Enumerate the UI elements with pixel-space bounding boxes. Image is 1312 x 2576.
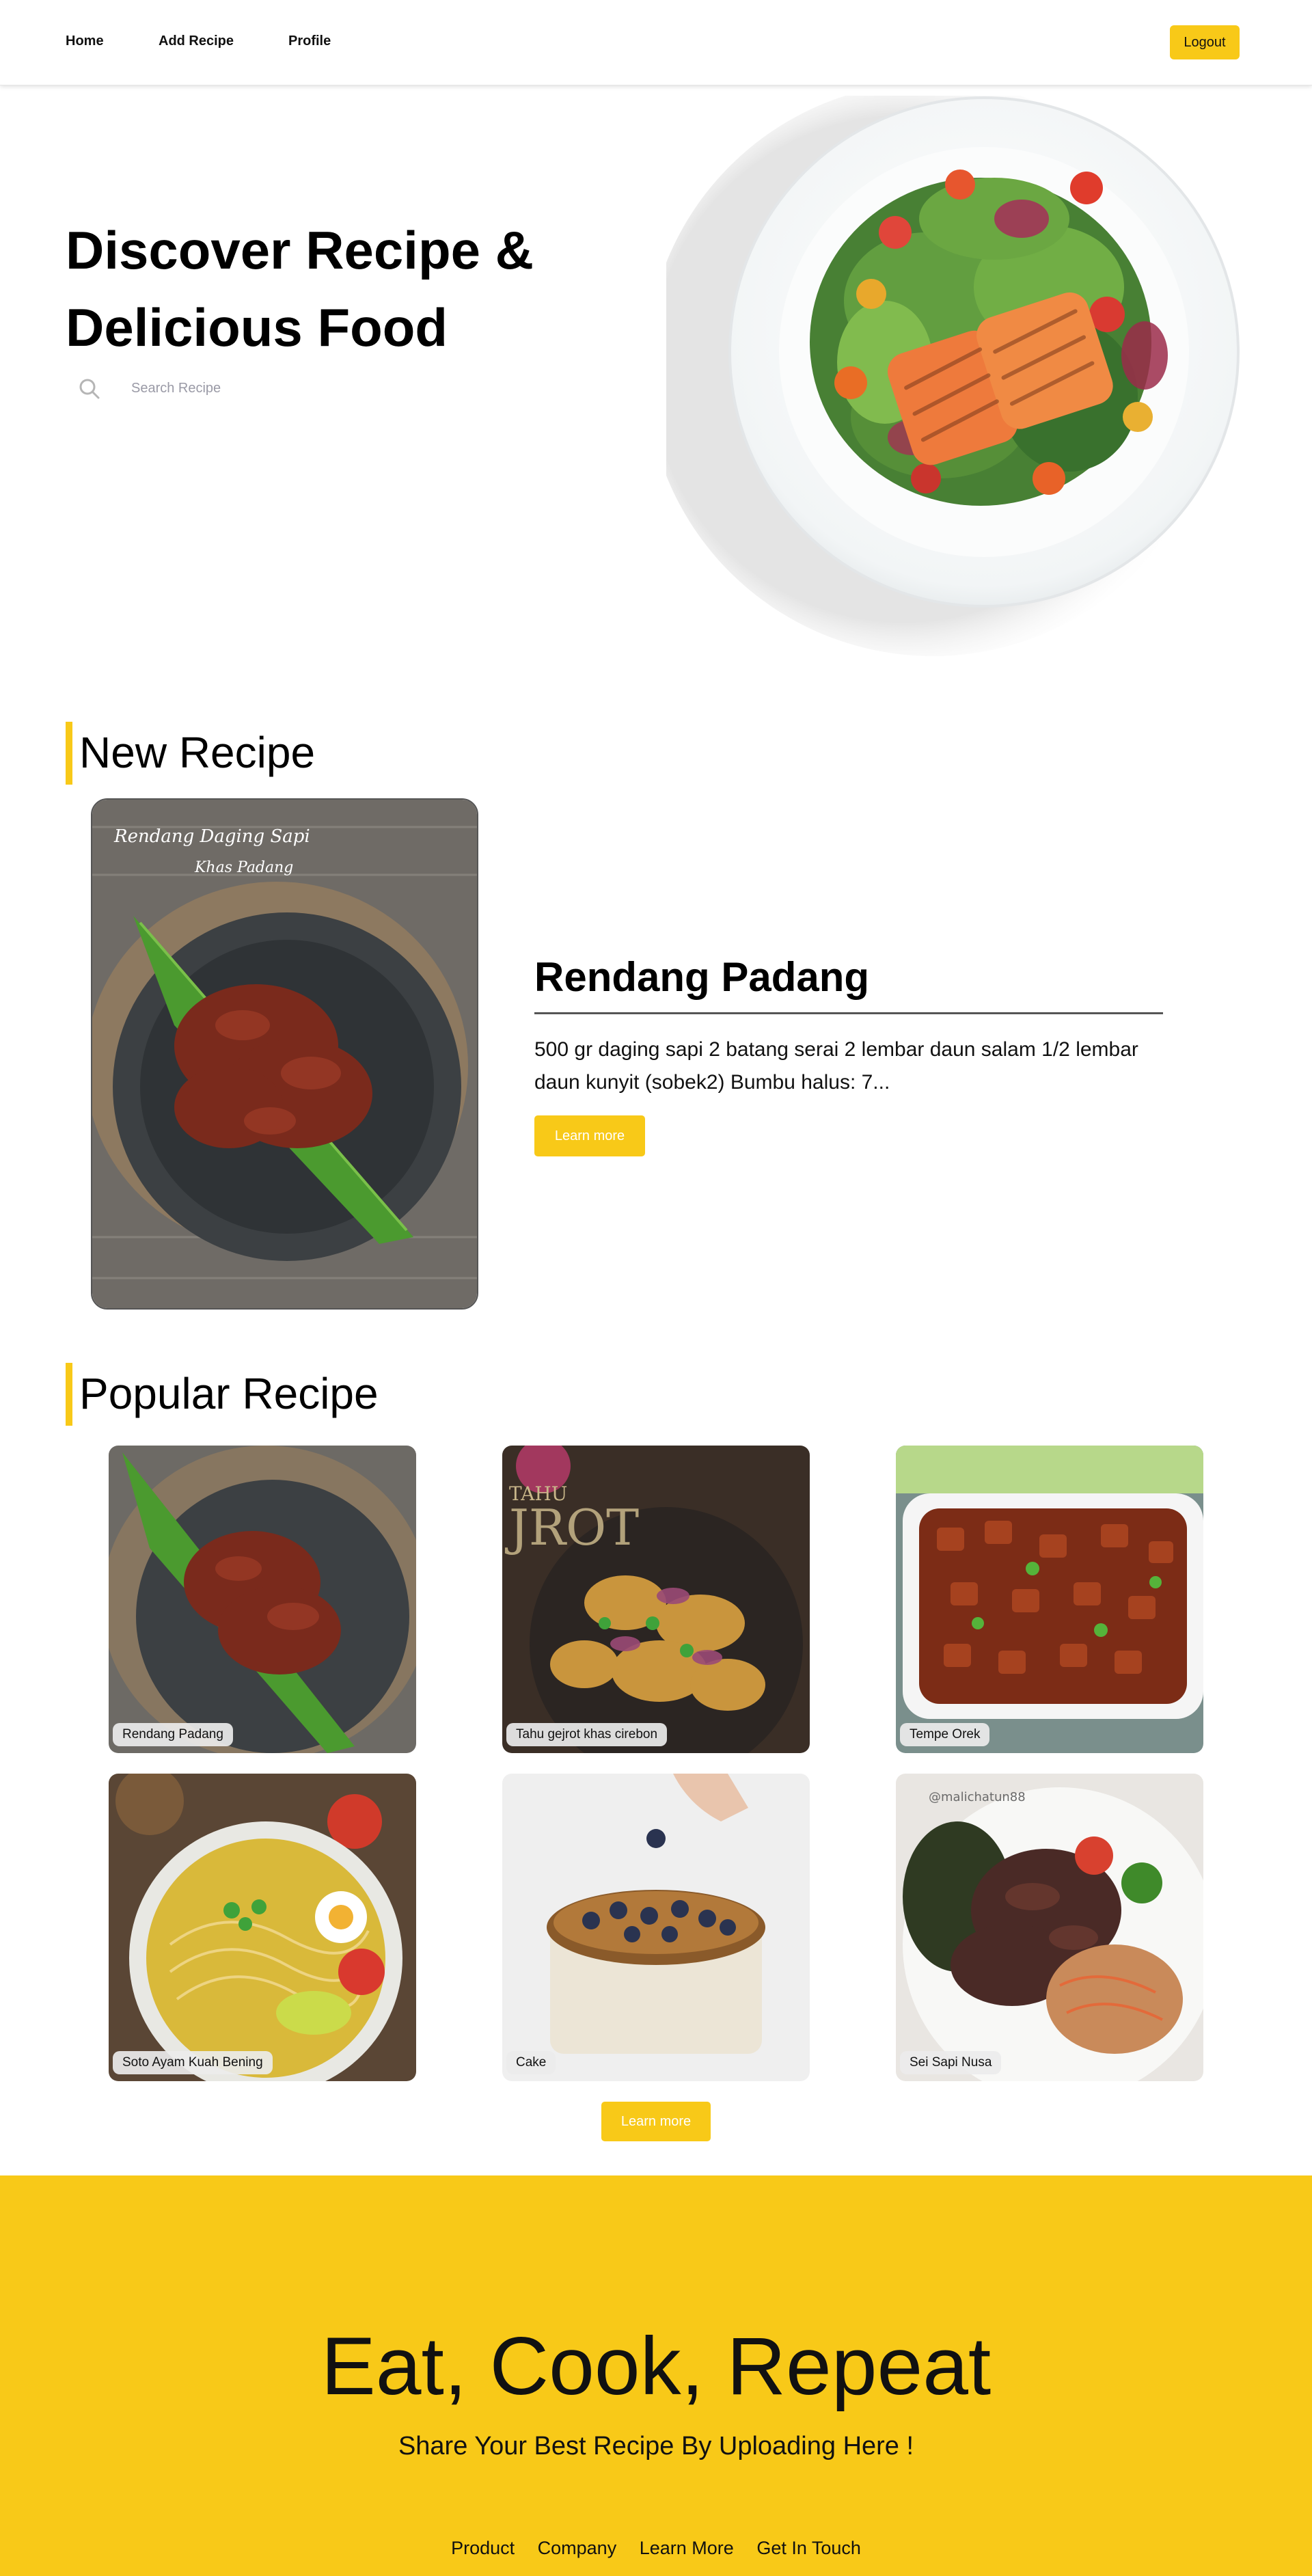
nav-home-link[interactable]: Home xyxy=(66,33,104,49)
popular-card-soto-ayam[interactable]: Soto Ayam Kuah Bening xyxy=(109,1774,416,2081)
nav-add-recipe-link[interactable]: Add Recipe xyxy=(159,33,234,49)
popular-card-rendang[interactable]: Rendang Padang xyxy=(109,1446,416,1753)
popular-card-label: Soto Ayam Kuah Bening xyxy=(113,2051,273,2074)
footer-link-get-in-touch[interactable]: Get In Touch xyxy=(756,2538,861,2558)
new-recipe-learn-more-button[interactable]: Learn more xyxy=(534,1115,645,1156)
footer-link-company[interactable]: Company xyxy=(538,2538,617,2558)
popular-card-sei-sapi[interactable]: @malichatun88 Sei Sapi Nusa xyxy=(896,1774,1203,2081)
image-caption-1: Rendang Daging Sapi xyxy=(113,826,310,847)
new-recipe-title: Rendang Padang xyxy=(534,954,870,1000)
rendang-image: Rendang Daging Sapi Khas Padang xyxy=(92,800,477,1308)
footer-subtitle: Share Your Best Recipe By Uploading Here… xyxy=(398,2432,914,2460)
logout-button[interactable]: Logout xyxy=(1170,25,1240,59)
footer-link-product[interactable]: Product xyxy=(451,2538,515,2558)
hero-salad-image xyxy=(666,96,1240,656)
rendang-thumb xyxy=(109,1446,416,1753)
hero-title: Discover Recipe & Delicious Food xyxy=(66,212,626,366)
popular-card-label: Tempe Orek xyxy=(900,1723,990,1746)
popular-learn-more-button[interactable]: Learn more xyxy=(601,2102,711,2141)
new-recipe-heading: New Recipe xyxy=(66,722,315,785)
new-recipe-heading-text: New Recipe xyxy=(79,728,316,777)
nav-profile-link[interactable]: Profile xyxy=(288,33,331,49)
footer-link-learn-more[interactable]: Learn More xyxy=(640,2538,734,2558)
search-input[interactable] xyxy=(131,375,459,402)
popular-card-label: Cake xyxy=(506,2051,556,2074)
popular-recipe-heading: Popular Recipe xyxy=(66,1363,379,1426)
cake-thumb xyxy=(502,1774,810,2081)
popular-card-label: Tahu gejrot khas cirebon xyxy=(506,1723,668,1746)
search-icon xyxy=(79,379,100,399)
sei-sapi-watermark: @malichatun88 xyxy=(929,1790,1026,1804)
hero-title-line1: Discover Recipe & xyxy=(66,220,534,280)
popular-card-label: Sei Sapi Nusa xyxy=(900,2051,1002,2074)
navbar: Home Add Recipe Profile Logout xyxy=(0,0,1312,85)
popular-card-tahu-gejrot[interactable]: TAHU JROT Tahu gejrot khas cirebon xyxy=(502,1446,810,1753)
footer-title: Eat, Cook, Repeat xyxy=(320,2320,992,2412)
image-caption-2: Khas Padang xyxy=(194,859,293,876)
footer: Eat, Cook, Repeat Share Your Best Recipe… xyxy=(0,2175,1312,2576)
hero-title-line2: Delicious Food xyxy=(66,297,448,357)
new-recipe-image[interactable]: Rendang Daging Sapi Khas Padang xyxy=(91,798,478,1310)
popular-card-cake[interactable]: Cake xyxy=(502,1774,810,2081)
sei-sapi-thumb: @malichatun88 xyxy=(896,1774,1203,2081)
popular-card-label: Rendang Padang xyxy=(113,1723,233,1746)
search-bar xyxy=(66,369,476,407)
footer-links: Product Company Learn More Get In Touch xyxy=(0,2538,1312,2559)
tempe-orek-thumb xyxy=(896,1446,1203,1753)
tahu-watermark-2: JROT xyxy=(504,1499,639,1556)
tahu-gejrot-thumb: TAHU JROT xyxy=(502,1446,810,1753)
popular-recipe-heading-text: Popular Recipe xyxy=(79,1369,379,1418)
new-recipe-description: 500 gr daging sapi 2 batang serai 2 lemb… xyxy=(534,1038,1138,1094)
soto-ayam-thumb xyxy=(109,1774,416,2081)
new-recipe-divider xyxy=(534,1012,1163,1014)
popular-card-tempe-orek[interactable]: Tempe Orek xyxy=(896,1446,1203,1753)
